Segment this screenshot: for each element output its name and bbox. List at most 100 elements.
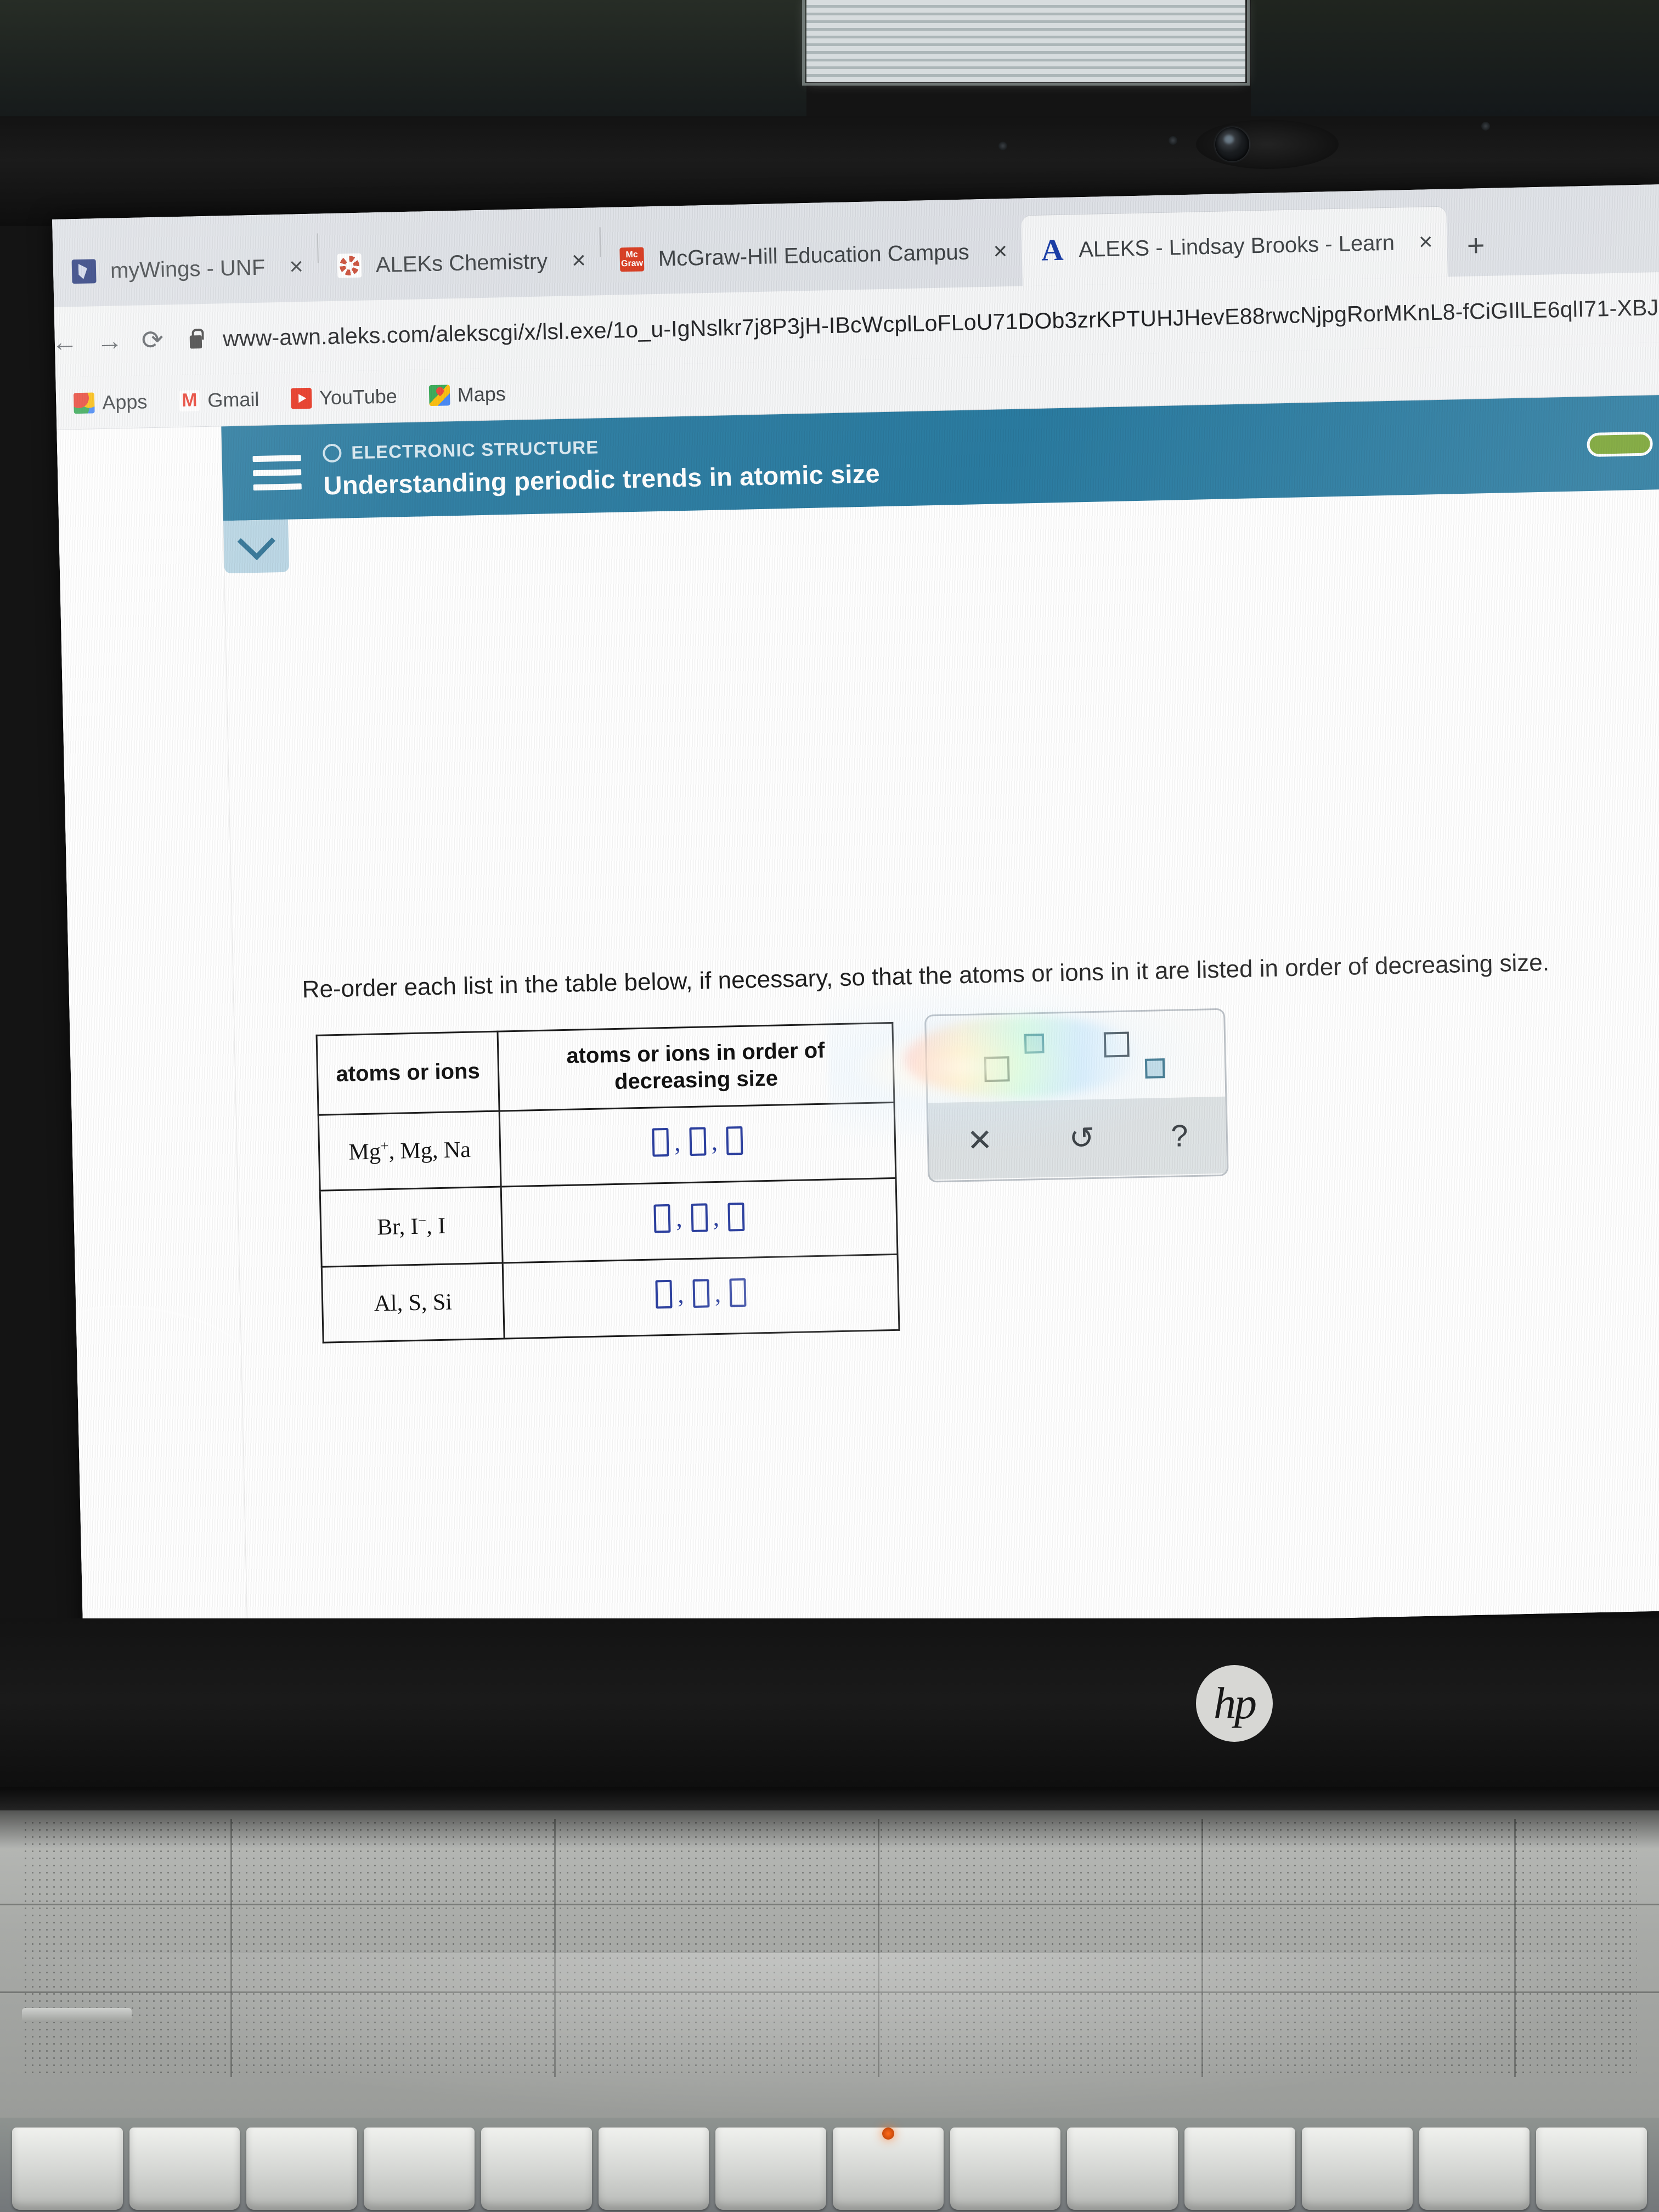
- bookmark-apps[interactable]: Apps: [61, 390, 160, 415]
- aleks-flower-icon: [337, 253, 362, 278]
- blank-separator: ,: [674, 1128, 681, 1156]
- keyboard-key[interactable]: [364, 2128, 475, 2210]
- hp-logo: hp: [1196, 1665, 1273, 1742]
- room-wall-left: [0, 0, 806, 126]
- source-rest: , Mg, Na: [388, 1137, 471, 1164]
- blank-separator: ,: [710, 1127, 718, 1155]
- answer-blank[interactable]: [726, 1126, 743, 1155]
- forward-icon[interactable]: →: [96, 326, 123, 357]
- keyboard-key[interactable]: [598, 2128, 709, 2210]
- bookmark-youtube[interactable]: YouTube: [279, 384, 409, 410]
- bookmark-label: Maps: [457, 382, 506, 406]
- undo-icon[interactable]: ↺: [1069, 1120, 1095, 1155]
- superscript-button[interactable]: [983, 1033, 1048, 1082]
- close-icon[interactable]: ×: [289, 253, 304, 280]
- tab-mywings[interactable]: myWings - UNF ×: [53, 231, 319, 307]
- hamburger-menu-icon[interactable]: [252, 447, 302, 499]
- close-icon[interactable]: ×: [1418, 228, 1433, 256]
- answer-blank[interactable]: [652, 1127, 669, 1157]
- answer-blank[interactable]: [729, 1278, 747, 1307]
- laptop-bottom-bezel: [0, 1618, 1659, 1799]
- back-icon[interactable]: ←: [54, 327, 78, 358]
- source-base: Mg: [348, 1139, 381, 1165]
- source-rest: , I: [426, 1214, 446, 1239]
- answer-cell-2[interactable]: , ,: [501, 1178, 898, 1263]
- bookmark-maps[interactable]: Maps: [416, 382, 518, 407]
- aleks-a-icon: A: [1041, 233, 1064, 268]
- source-charge: +: [380, 1137, 389, 1154]
- keyboard-key[interactable]: [12, 2128, 123, 2210]
- blank-separator: ,: [677, 1279, 685, 1308]
- address-bar[interactable]: www-awn.aleks.com/alekscgi/x/lsl.exe/1o_…: [223, 294, 1659, 352]
- topic-kicker: ELECTRONIC STRUCTURE: [351, 436, 599, 462]
- table-row: Mg+, Mg, Na , ,: [318, 1102, 896, 1191]
- source-list-2: Br, I−, I: [320, 1187, 503, 1267]
- answer-blank[interactable]: [689, 1127, 707, 1156]
- answer-blanks[interactable]: , ,: [652, 1126, 743, 1158]
- tab-title: McGraw-Hill Education Campus: [658, 240, 970, 271]
- tab-mcgraw-hill[interactable]: Mc Graw McGraw-Hill Education Campus ×: [601, 216, 1023, 295]
- microphone-dot-right: [1481, 122, 1490, 131]
- answer-blank[interactable]: [692, 1279, 710, 1308]
- chevron-down-icon[interactable]: [223, 519, 290, 574]
- new-tab-button[interactable]: +: [1447, 228, 1505, 276]
- keyboard-key[interactable]: [833, 2128, 944, 2210]
- keyboard-key[interactable]: [950, 2128, 1061, 2210]
- subscript-button[interactable]: [1103, 1031, 1168, 1080]
- status-badge: [1587, 431, 1654, 458]
- answer-blanks[interactable]: , ,: [653, 1202, 745, 1233]
- answer-cell-3[interactable]: , ,: [503, 1254, 900, 1339]
- page-left-margin: [57, 426, 248, 1646]
- table-row: Br, I−, I , ,: [320, 1178, 898, 1267]
- bookmark-label: YouTube: [319, 384, 398, 409]
- blank-separator: ,: [712, 1203, 720, 1232]
- clear-icon[interactable]: ✕: [967, 1122, 993, 1158]
- help-icon[interactable]: ?: [1171, 1118, 1189, 1153]
- tab-aleks-learn[interactable]: A ALEKS - Lindsay Brooks - Learn ×: [1020, 206, 1448, 286]
- source-charge: −: [417, 1212, 427, 1229]
- bookmark-gmail[interactable]: Gmail: [167, 387, 272, 413]
- reload-icon[interactable]: ⟳: [141, 325, 163, 356]
- answer-blank[interactable]: [655, 1279, 673, 1309]
- answer-blank[interactable]: [690, 1203, 708, 1232]
- answer-blank[interactable]: [653, 1204, 671, 1233]
- keyboard-key[interactable]: [129, 2128, 240, 2210]
- tab-title: ALEKS - Lindsay Brooks - Learn: [1078, 230, 1395, 262]
- close-icon[interactable]: ×: [993, 238, 1008, 265]
- table-row: Al, S, Si , ,: [321, 1254, 900, 1343]
- progress-circle-icon: [323, 443, 342, 462]
- laptop-screen: myWings - UNF × ALEKs Chemistry × Mc Graw…: [52, 184, 1659, 1646]
- math-tool-palette: ✕ ↺ ?: [924, 1008, 1229, 1183]
- bookmark-label: Gmail: [207, 387, 259, 411]
- keyboard-key[interactable]: [1419, 2128, 1530, 2210]
- keyboard-key[interactable]: [1536, 2128, 1647, 2210]
- source-base: Al, S, Si: [374, 1289, 453, 1317]
- tab-title: ALEKs Chemistry: [375, 249, 548, 277]
- power-indicator-led: [882, 2128, 894, 2140]
- keyboard-key[interactable]: [1067, 2128, 1178, 2210]
- table-header-row: atoms or ions atoms or ions in order of …: [317, 1023, 894, 1115]
- keyboard-key[interactable]: [481, 2128, 592, 2210]
- keyboard-key[interactable]: [715, 2128, 827, 2210]
- blank-separator: ,: [675, 1204, 683, 1232]
- tab-aleks-chemistry[interactable]: ALEKs Chemistry ×: [318, 225, 601, 301]
- keyboard-key[interactable]: [246, 2128, 358, 2210]
- google-maps-icon: [428, 384, 450, 406]
- deck-shadow: [0, 1810, 1659, 1849]
- close-icon[interactable]: ×: [572, 247, 586, 274]
- room-wall-right: [1251, 0, 1659, 126]
- answer-blanks[interactable]: , ,: [655, 1278, 747, 1309]
- keyboard-key[interactable]: [1301, 2128, 1413, 2210]
- aleks-page: ELECTRONIC STRUCTURE Understanding perio…: [57, 394, 1659, 1646]
- source-base: Br, I: [376, 1214, 419, 1240]
- laptop-deck: [0, 1810, 1659, 2118]
- gmail-icon: [178, 390, 200, 411]
- keyboard-key[interactable]: [1184, 2128, 1295, 2210]
- answer-blank[interactable]: [727, 1202, 745, 1232]
- laptop-photo: myWings - UNF × ALEKs Chemistry × Mc Graw…: [0, 0, 1659, 2212]
- source-list-1: Mg+, Mg, Na: [318, 1110, 501, 1191]
- blank-separator: ,: [714, 1279, 721, 1307]
- column-header-source: atoms or ions: [317, 1031, 500, 1115]
- answer-cell-1[interactable]: , ,: [499, 1102, 896, 1187]
- unf-icon: [71, 259, 97, 284]
